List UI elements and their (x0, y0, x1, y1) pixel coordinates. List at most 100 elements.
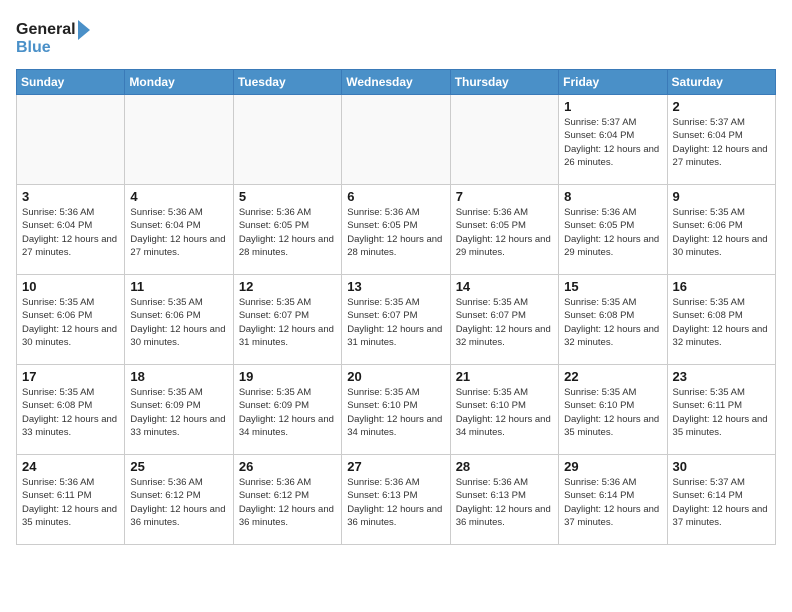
day-info: Sunrise: 5:35 AM Sunset: 6:06 PM Dayligh… (673, 206, 770, 259)
logo: GeneralBlue (16, 16, 96, 61)
day-info: Sunrise: 5:35 AM Sunset: 6:09 PM Dayligh… (130, 386, 227, 439)
calendar-week-2: 3 Sunrise: 5:36 AM Sunset: 6:04 PM Daylig… (17, 185, 776, 275)
day-number: 3 (22, 189, 119, 204)
day-number: 27 (347, 459, 444, 474)
day-number: 15 (564, 279, 661, 294)
day-info: Sunrise: 5:37 AM Sunset: 6:04 PM Dayligh… (564, 116, 661, 169)
calendar-cell: 18Sunrise: 5:35 AM Sunset: 6:09 PM Dayli… (125, 365, 233, 455)
day-info: Sunrise: 5:36 AM Sunset: 6:05 PM Dayligh… (564, 206, 661, 259)
day-number: 19 (239, 369, 336, 384)
calendar-cell: 24 Sunrise: 5:36 AM Sunset: 6:11 PM Dayli… (17, 455, 125, 545)
day-number: 21 (456, 369, 553, 384)
logo-svg: GeneralBlue (16, 16, 96, 61)
day-info: Sunrise: 5:36 AM Sunset: 6:05 PM Dayligh… (239, 206, 336, 259)
calendar-cell: 28 Sunrise: 5:36 AM Sunset: 6:13 PM Dayli… (450, 455, 558, 545)
day-info: Sunrise: 5:35 AM Sunset: 6:07 PM Dayligh… (239, 296, 336, 349)
day-number: 12 (239, 279, 336, 294)
day-info: Sunrise: 5:35 AM Sunset: 6:10 PM Dayligh… (564, 386, 661, 439)
day-info: Sunrise: 5:35 AM Sunset: 6:11 PM Dayligh… (673, 386, 770, 439)
calendar-cell: 14 Sunrise: 5:35 AM Sunset: 6:07 PM Dayli… (450, 275, 558, 365)
calendar-cell: 23 Sunrise: 5:35 AM Sunset: 6:11 PM Dayli… (667, 365, 775, 455)
day-info: Sunrise: 5:37 AM Sunset: 6:14 PM Dayligh… (673, 476, 770, 529)
day-number: 13 (347, 279, 444, 294)
day-number: 8 (564, 189, 661, 204)
day-info: Sunrise: 5:36 AM Sunset: 6:04 PM Dayligh… (130, 206, 227, 259)
day-info: Sunrise: 5:35 AM Sunset: 6:10 PM Dayligh… (347, 386, 444, 439)
calendar-cell: 15 Sunrise: 5:35 AM Sunset: 6:08 PM Dayli… (559, 275, 667, 365)
calendar-cell: 29 Sunrise: 5:36 AM Sunset: 6:14 PM Dayli… (559, 455, 667, 545)
day-number: 1 (564, 99, 661, 114)
day-number: 30 (673, 459, 770, 474)
calendar-cell: 20 Sunrise: 5:35 AM Sunset: 6:10 PM Dayli… (342, 365, 450, 455)
calendar-cell: 16Sunrise: 5:35 AM Sunset: 6:08 PM Dayli… (667, 275, 775, 365)
calendar-cell: 9Sunrise: 5:35 AM Sunset: 6:06 PM Daylig… (667, 185, 775, 275)
day-info: Sunrise: 5:35 AM Sunset: 6:09 PM Dayligh… (239, 386, 336, 439)
calendar-week-4: 17 Sunrise: 5:35 AM Sunset: 6:08 PM Dayli… (17, 365, 776, 455)
day-info: Sunrise: 5:36 AM Sunset: 6:14 PM Dayligh… (564, 476, 661, 529)
day-info: Sunrise: 5:36 AM Sunset: 6:11 PM Dayligh… (22, 476, 119, 529)
day-info: Sunrise: 5:36 AM Sunset: 6:05 PM Dayligh… (456, 206, 553, 259)
calendar-cell: 6 Sunrise: 5:36 AM Sunset: 6:05 PM Daylig… (342, 185, 450, 275)
calendar-cell: 25 Sunrise: 5:36 AM Sunset: 6:12 PM Dayli… (125, 455, 233, 545)
day-info: Sunrise: 5:35 AM Sunset: 6:10 PM Dayligh… (456, 386, 553, 439)
day-number: 11 (130, 279, 227, 294)
day-info: Sunrise: 5:35 AM Sunset: 6:07 PM Dayligh… (347, 296, 444, 349)
calendar-cell: 1 Sunrise: 5:37 AM Sunset: 6:04 PM Daylig… (559, 95, 667, 185)
calendar-cell: 10 Sunrise: 5:35 AM Sunset: 6:06 PM Dayli… (17, 275, 125, 365)
calendar-cell: 30 Sunrise: 5:37 AM Sunset: 6:14 PM Dayli… (667, 455, 775, 545)
day-info: Sunrise: 5:36 AM Sunset: 6:13 PM Dayligh… (456, 476, 553, 529)
day-number: 2 (673, 99, 770, 114)
day-number: 29 (564, 459, 661, 474)
day-info: Sunrise: 5:35 AM Sunset: 6:07 PM Dayligh… (456, 296, 553, 349)
svg-text:Blue: Blue (16, 39, 51, 56)
header: GeneralBlue (16, 16, 776, 61)
day-number: 10 (22, 279, 119, 294)
day-number: 14 (456, 279, 553, 294)
day-number: 6 (347, 189, 444, 204)
calendar-cell: 22Sunrise: 5:35 AM Sunset: 6:10 PM Dayli… (559, 365, 667, 455)
day-info: Sunrise: 5:35 AM Sunset: 6:06 PM Dayligh… (130, 296, 227, 349)
calendar-cell: 12 Sunrise: 5:35 AM Sunset: 6:07 PM Dayli… (233, 275, 341, 365)
day-number: 25 (130, 459, 227, 474)
calendar-cell: 11 Sunrise: 5:35 AM Sunset: 6:06 PM Dayli… (125, 275, 233, 365)
calendar: SundayMondayTuesdayWednesdayThursdayFrid… (16, 69, 776, 545)
column-header-wednesday: Wednesday (342, 70, 450, 95)
calendar-cell: 21 Sunrise: 5:35 AM Sunset: 6:10 PM Dayli… (450, 365, 558, 455)
day-info: Sunrise: 5:35 AM Sunset: 6:08 PM Dayligh… (673, 296, 770, 349)
column-header-monday: Monday (125, 70, 233, 95)
svg-text:General: General (16, 21, 76, 38)
calendar-cell: 3 Sunrise: 5:36 AM Sunset: 6:04 PM Daylig… (17, 185, 125, 275)
day-info: Sunrise: 5:36 AM Sunset: 6:12 PM Dayligh… (130, 476, 227, 529)
day-info: Sunrise: 5:36 AM Sunset: 6:04 PM Dayligh… (22, 206, 119, 259)
day-number: 23 (673, 369, 770, 384)
calendar-cell: 27Sunrise: 5:36 AM Sunset: 6:13 PM Dayli… (342, 455, 450, 545)
day-number: 26 (239, 459, 336, 474)
day-info: Sunrise: 5:35 AM Sunset: 6:06 PM Dayligh… (22, 296, 119, 349)
column-header-friday: Friday (559, 70, 667, 95)
calendar-cell (450, 95, 558, 185)
calendar-cell: 7Sunrise: 5:36 AM Sunset: 6:05 PM Daylig… (450, 185, 558, 275)
column-header-sunday: Sunday (17, 70, 125, 95)
day-number: 20 (347, 369, 444, 384)
day-number: 5 (239, 189, 336, 204)
calendar-cell: 5 Sunrise: 5:36 AM Sunset: 6:05 PM Daylig… (233, 185, 341, 275)
day-info: Sunrise: 5:36 AM Sunset: 6:12 PM Dayligh… (239, 476, 336, 529)
calendar-header-row: SundayMondayTuesdayWednesdayThursdayFrid… (17, 70, 776, 95)
day-number: 24 (22, 459, 119, 474)
calendar-cell (125, 95, 233, 185)
calendar-cell: 19 Sunrise: 5:35 AM Sunset: 6:09 PM Dayli… (233, 365, 341, 455)
day-info: Sunrise: 5:35 AM Sunset: 6:08 PM Dayligh… (564, 296, 661, 349)
day-number: 4 (130, 189, 227, 204)
column-header-thursday: Thursday (450, 70, 558, 95)
day-number: 28 (456, 459, 553, 474)
calendar-cell (17, 95, 125, 185)
day-number: 17 (22, 369, 119, 384)
day-info: Sunrise: 5:35 AM Sunset: 6:08 PM Dayligh… (22, 386, 119, 439)
calendar-cell: 13 Sunrise: 5:35 AM Sunset: 6:07 PM Dayli… (342, 275, 450, 365)
calendar-week-5: 24 Sunrise: 5:36 AM Sunset: 6:11 PM Dayli… (17, 455, 776, 545)
day-info: Sunrise: 5:36 AM Sunset: 6:05 PM Dayligh… (347, 206, 444, 259)
calendar-cell (233, 95, 341, 185)
calendar-week-1: 1 Sunrise: 5:37 AM Sunset: 6:04 PM Daylig… (17, 95, 776, 185)
calendar-cell: 17 Sunrise: 5:35 AM Sunset: 6:08 PM Dayli… (17, 365, 125, 455)
calendar-cell: 26 Sunrise: 5:36 AM Sunset: 6:12 PM Dayli… (233, 455, 341, 545)
